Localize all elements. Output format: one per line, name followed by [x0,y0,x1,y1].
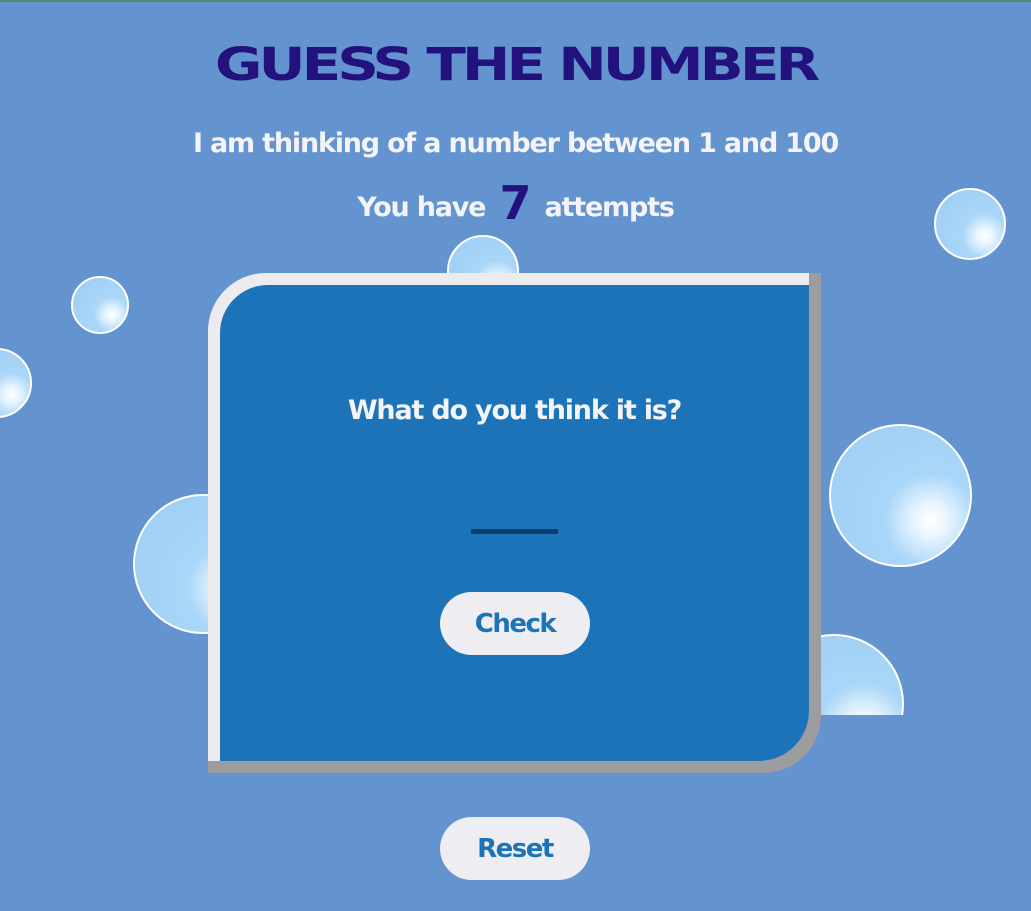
bubble-right-large [829,424,972,567]
instructions-text: I am thinking of a number between 1 and … [192,128,839,159]
top-border-line [0,0,1031,2]
check-button[interactable]: Check [440,592,590,655]
attempts-prefix: You have [357,192,486,223]
reset-button[interactable]: Reset [440,817,590,880]
attempts-count: 7 [499,176,532,230]
page-title: GUESS THE NUMBER [214,38,820,92]
guess-prompt: What do you think it is? [347,395,682,426]
guess-input[interactable] [471,499,558,534]
bubble-left-small [71,276,129,334]
bubble-left-edge [0,348,32,418]
attempts-suffix: attempts [544,192,675,223]
guess-card: What do you think it is? Check [220,285,809,761]
attempts-line: You have 7 attempts [0,176,1031,230]
